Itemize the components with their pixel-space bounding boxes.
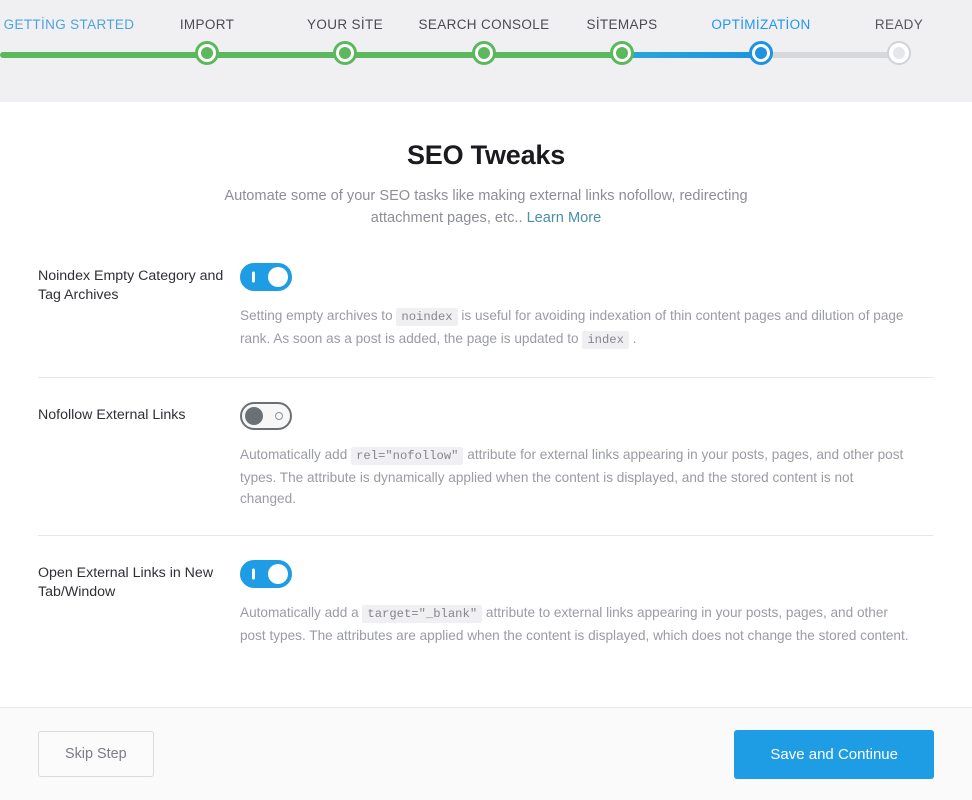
wizard-step-dot-4[interactable]	[610, 41, 634, 65]
setting-row: Nofollow External Links Automatically add…	[38, 378, 934, 509]
toggle-switch[interactable]	[240, 560, 292, 588]
wizard-step-dot-inner	[755, 47, 767, 59]
wizard-step-dot-5[interactable]	[749, 41, 773, 65]
toggle-knob	[245, 407, 263, 425]
wizard-step-label-1[interactable]: IMPORT	[180, 17, 234, 32]
wizard-footer: Skip Step Save and Continue	[0, 707, 972, 800]
toggle-on-bar-icon	[252, 271, 255, 283]
page-title: SEO Tweaks	[406, 140, 566, 170]
wizard-step-label-2[interactable]: YOUR SİTE	[307, 17, 383, 32]
toggle-switch[interactable]	[240, 402, 292, 430]
wizard-step-label-6[interactable]: READY	[875, 17, 923, 32]
learn-more-link[interactable]: Learn More	[527, 210, 602, 226]
inline-code: index	[582, 331, 629, 349]
setting-label: Noindex Empty Category and Tag Archives	[38, 268, 224, 303]
toggle-on-bar-icon	[252, 568, 255, 580]
wizard-step-labels: GETTİNG STARTED IMPORT YOUR SİTE SEARCH CON…	[0, 17, 972, 37]
wizard-step-label-3[interactable]: SEARCH CONSOLE	[419, 17, 550, 32]
wizard-progress-header: GETTİNG STARTED IMPORT YOUR SİTE SEARCH CON…	[0, 0, 972, 102]
toggle-off-ring-icon	[275, 412, 283, 420]
wizard-step-dot-inner	[201, 47, 213, 59]
setting-label: Open External Links in New Tab/Window	[38, 565, 214, 600]
setting-row: Noindex Empty Category and Tag Archives S…	[38, 261, 934, 351]
wizard-step-dot-inner	[478, 47, 490, 59]
setting-description: Automatically add a target="_blank" attr…	[240, 605, 909, 643]
toggle-knob	[268, 267, 288, 287]
settings-list: Noindex Empty Category and Tag Archives S…	[38, 261, 934, 646]
setting-body: Automatically add a target="_blank" attr…	[240, 560, 934, 646]
toggle-switch[interactable]	[240, 263, 292, 291]
setting-description: Automatically add rel="nofollow" attribu…	[240, 447, 904, 506]
setting-row: Open External Links in New Tab/Window Aut…	[38, 536, 934, 646]
wizard-step-dot-inner	[339, 47, 351, 59]
setup-wizard-page: GETTİNG STARTED IMPORT YOUR SİTE SEARCH CON…	[0, 0, 972, 800]
wizard-step-label-0[interactable]: GETTİNG STARTED	[4, 17, 135, 32]
setting-body: Automatically add rel="nofollow" attribu…	[240, 402, 934, 509]
page-subtitle: Automate some of your SEO tasks like mak…	[206, 185, 766, 229]
wizard-step-dot-2[interactable]	[333, 41, 357, 65]
wizard-step-dot-inner	[893, 47, 905, 59]
skip-step-button[interactable]: Skip Step	[38, 730, 154, 778]
main-content: SEO Tweaks Automate some of your SEO tas…	[0, 102, 972, 707]
inline-code: noindex	[396, 308, 458, 326]
wizard-step-dot-1[interactable]	[195, 41, 219, 65]
page-subtitle-text: Automate some of your SEO tasks like mak…	[224, 188, 748, 226]
setting-body: Setting empty archives to noindex is use…	[240, 263, 934, 351]
wizard-step-label-4[interactable]: SİTEMAPS	[586, 17, 657, 32]
wizard-step-label-5[interactable]: OPTİMİZATİON	[711, 17, 810, 32]
save-and-continue-button[interactable]: Save and Continue	[734, 729, 934, 779]
wizard-step-dot-inner	[616, 47, 628, 59]
setting-description: Setting empty archives to noindex is use…	[240, 308, 904, 349]
inline-code: target="_blank"	[362, 605, 483, 623]
wizard-step-dots	[0, 41, 972, 69]
setting-label: Nofollow External Links	[38, 407, 186, 423]
toggle-knob	[268, 564, 288, 584]
wizard-step-dot-3[interactable]	[472, 41, 496, 65]
wizard-step-dot-6[interactable]	[887, 41, 911, 65]
inline-code: rel="nofollow"	[351, 447, 464, 465]
